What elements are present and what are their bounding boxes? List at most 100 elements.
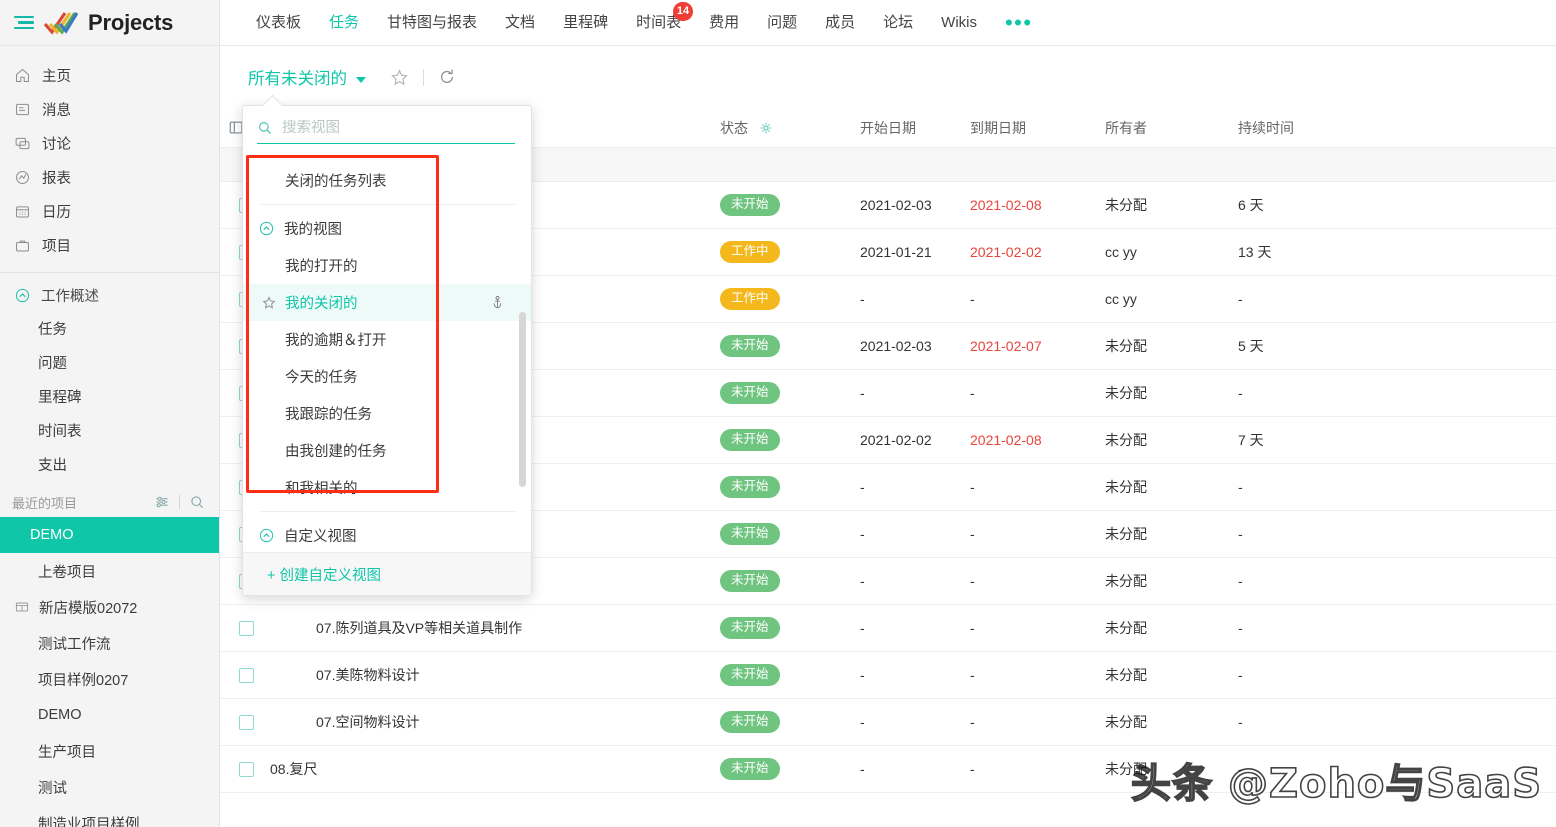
project-item[interactable]: 新店模版02072 bbox=[0, 589, 219, 625]
status-badge[interactable]: 未开始 bbox=[720, 758, 780, 780]
status-badge[interactable]: 未开始 bbox=[720, 382, 780, 404]
dropdown-option-my-view-6[interactable]: 和我相关的 bbox=[243, 469, 531, 506]
dropdown-group-custom-views[interactable]: 自定义视图 bbox=[243, 517, 531, 552]
dropdown-option-label: 和我相关的 bbox=[285, 477, 531, 498]
tab-9[interactable]: 论坛 bbox=[869, 0, 927, 46]
dropdown-option-closed-task-list[interactable]: 关闭的任务列表 bbox=[243, 162, 531, 199]
sidebar-item-expenses[interactable]: 支出 bbox=[0, 447, 219, 481]
due-date-cell: 2021-02-07 bbox=[970, 338, 1105, 354]
status-badge[interactable]: 未开始 bbox=[720, 617, 780, 639]
tab-5[interactable]: 时间表14 bbox=[622, 0, 695, 46]
sidebar-item-milestones[interactable]: 里程碑 bbox=[0, 379, 219, 413]
status-badge[interactable]: 未开始 bbox=[720, 664, 780, 686]
sliders-icon[interactable] bbox=[154, 494, 170, 510]
table-row[interactable]: 07.陈列道具及VP等相关道具制作未开始--未分配- bbox=[220, 605, 1556, 652]
status-badge[interactable]: 未开始 bbox=[720, 570, 780, 592]
dropdown-option-my-view-2[interactable]: 我的逾期＆打开 bbox=[243, 321, 531, 358]
column-header-due-date[interactable]: 到期日期 bbox=[970, 118, 1105, 138]
status-cell: 工作中 bbox=[720, 241, 860, 263]
project-label: DEMO bbox=[30, 527, 74, 543]
task-name[interactable]: 07.陈列道具及VP等相关道具制作 bbox=[316, 618, 522, 638]
status-badge[interactable]: 工作中 bbox=[720, 288, 780, 310]
project-item[interactable]: 项目样例0207 bbox=[0, 661, 219, 697]
sidebar-item-home[interactable]: 主页 bbox=[0, 58, 219, 92]
tab-10[interactable]: Wikis bbox=[927, 0, 991, 46]
project-item[interactable]: 测试 bbox=[0, 769, 219, 805]
status-badge[interactable]: 未开始 bbox=[720, 523, 780, 545]
sidebar-item-reports[interactable]: 报表 bbox=[0, 160, 219, 194]
tab-label: 论坛 bbox=[883, 14, 913, 31]
tab-2[interactable]: 甘特图与报表 bbox=[373, 0, 491, 46]
sidebar-section-work-overview[interactable]: 工作概述 bbox=[0, 279, 219, 311]
briefcase-icon bbox=[14, 237, 31, 254]
project-item[interactable]: 测试工作流 bbox=[0, 625, 219, 661]
row-checkbox[interactable] bbox=[239, 668, 254, 683]
dropdown-group-my-views[interactable]: 我的视图 bbox=[243, 210, 531, 247]
status-badge[interactable]: 未开始 bbox=[720, 429, 780, 451]
anchor-pin-icon[interactable] bbox=[490, 295, 505, 310]
tab-1[interactable]: 任务 bbox=[315, 0, 373, 46]
sidebar-item-messages[interactable]: 消息 bbox=[0, 92, 219, 126]
sidebar-item-calendar[interactable]: 日历 bbox=[0, 194, 219, 228]
project-item[interactable]: 生产项目 bbox=[0, 733, 219, 769]
tab-0[interactable]: 仪表板 bbox=[242, 0, 315, 46]
sidebar-sub-label: 问题 bbox=[38, 352, 67, 373]
search-icon[interactable] bbox=[189, 494, 205, 510]
tab-8[interactable]: 成员 bbox=[811, 0, 869, 46]
status-badge[interactable]: 未开始 bbox=[720, 194, 780, 216]
dropdown-option-my-view-5[interactable]: 由我创建的任务 bbox=[243, 432, 531, 469]
view-search-field[interactable] bbox=[257, 120, 515, 144]
more-tabs-button[interactable]: ••• bbox=[991, 7, 1047, 39]
duration-cell: 5 天 bbox=[1238, 336, 1378, 356]
due-date-cell: - bbox=[970, 573, 1105, 589]
dropdown-option-my-view-0[interactable]: 我的打开的 bbox=[243, 247, 531, 284]
discussion-icon bbox=[14, 135, 31, 152]
sidebar-item-projects[interactable]: 项目 bbox=[0, 228, 219, 262]
gear-icon[interactable] bbox=[759, 121, 773, 135]
view-selector[interactable]: 所有未关闭的 bbox=[248, 65, 366, 89]
due-date-cell: 2021-02-02 bbox=[970, 244, 1105, 260]
project-item[interactable]: 制造业项目样例 bbox=[0, 805, 219, 827]
report-icon bbox=[14, 169, 31, 186]
tab-3[interactable]: 文档 bbox=[491, 0, 549, 46]
row-checkbox[interactable] bbox=[239, 715, 254, 730]
dropdown-scrollbar[interactable] bbox=[519, 312, 526, 487]
dropdown-option-my-view-3[interactable]: 今天的任务 bbox=[243, 358, 531, 395]
tab-7[interactable]: 问题 bbox=[753, 0, 811, 46]
column-header-status[interactable]: 状态 bbox=[720, 118, 860, 138]
column-header-owner[interactable]: 所有者 bbox=[1105, 118, 1238, 138]
dropdown-option-my-view-1[interactable]: 我的关闭的 bbox=[243, 284, 531, 321]
status-badge[interactable]: 未开始 bbox=[720, 335, 780, 357]
row-checkbox[interactable] bbox=[239, 621, 254, 636]
tab-6[interactable]: 费用 bbox=[695, 0, 753, 46]
project-item[interactable]: 上卷项目 bbox=[0, 553, 219, 589]
project-item-demo-active[interactable]: DEMO bbox=[0, 517, 219, 553]
refresh-icon[interactable] bbox=[438, 68, 456, 86]
status-badge[interactable]: 工作中 bbox=[720, 241, 780, 263]
task-name[interactable]: 07.空间物料设计 bbox=[316, 712, 419, 732]
column-header-start-date[interactable]: 开始日期 bbox=[860, 118, 970, 138]
status-badge[interactable]: 未开始 bbox=[720, 711, 780, 733]
sidebar-divider bbox=[0, 272, 219, 273]
task-name[interactable]: 07.美陈物料设计 bbox=[316, 665, 419, 685]
dropdown-option-label: 关闭的任务列表 bbox=[285, 170, 531, 191]
create-custom-view-button[interactable]: + 创建自定义视图 bbox=[243, 552, 531, 595]
task-name[interactable]: 08.复尺 bbox=[270, 759, 317, 779]
column-header-duration[interactable]: 持续时间 bbox=[1238, 118, 1378, 138]
sidebar-item-tasks[interactable]: 任务 bbox=[0, 311, 219, 345]
dropdown-option-my-view-4[interactable]: 我跟踪的任务 bbox=[243, 395, 531, 432]
status-badge[interactable]: 未开始 bbox=[720, 476, 780, 498]
search-input[interactable] bbox=[282, 120, 515, 136]
hamburger-icon[interactable] bbox=[14, 16, 34, 30]
sidebar-item-issues[interactable]: 问题 bbox=[0, 345, 219, 379]
star-outline-icon[interactable] bbox=[390, 68, 409, 87]
table-row[interactable]: 07.美陈物料设计未开始--未分配- bbox=[220, 652, 1556, 699]
project-item[interactable]: DEMO bbox=[0, 697, 219, 733]
star-outline-icon[interactable] bbox=[261, 295, 277, 311]
start-date-cell: - bbox=[860, 761, 970, 777]
table-row[interactable]: 07.空间物料设计未开始--未分配- bbox=[220, 699, 1556, 746]
sidebar-item-discussions[interactable]: 讨论 bbox=[0, 126, 219, 160]
row-checkbox[interactable] bbox=[239, 762, 254, 777]
tab-4[interactable]: 里程碑 bbox=[549, 0, 622, 46]
sidebar-item-timesheets[interactable]: 时间表 bbox=[0, 413, 219, 447]
